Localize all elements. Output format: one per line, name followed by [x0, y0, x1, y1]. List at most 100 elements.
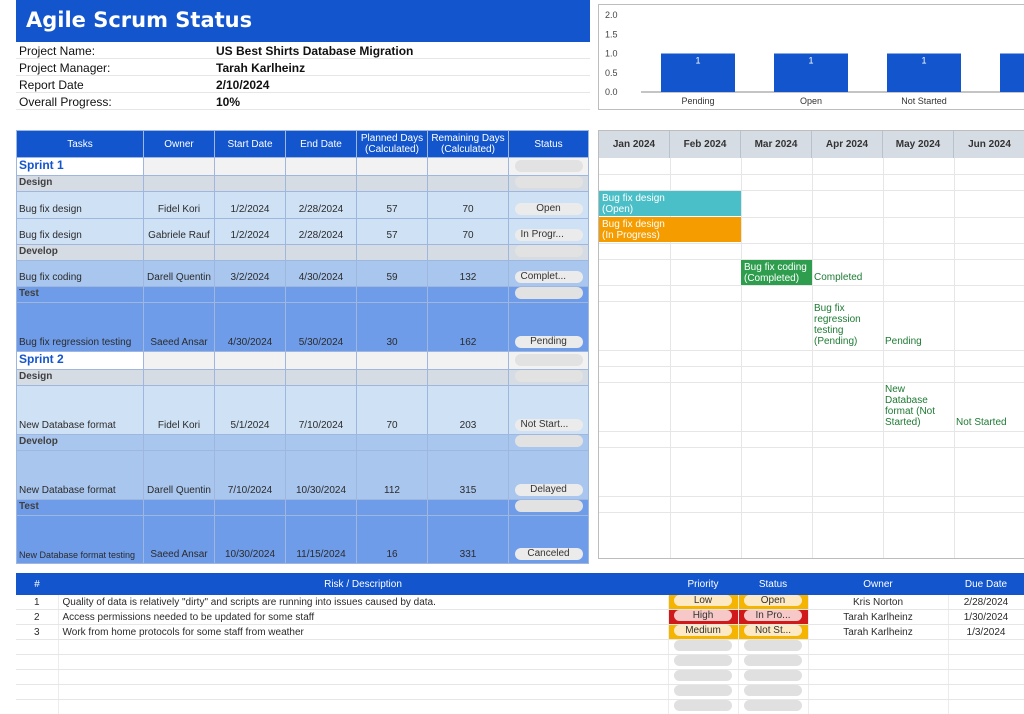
table-cell[interactable] [16, 669, 59, 686]
status-cell[interactable]: Canceled [508, 515, 589, 564]
task-end-date[interactable]: 5/30/2024 [285, 302, 357, 352]
col-header-start[interactable]: Start Date [214, 130, 286, 158]
risk-priority-cell[interactable]: Low [668, 595, 739, 611]
status-chart[interactable]: 0.0 0.5 1.0 1.5 2.0 1 Pending 1 Open 1 Not Started… [598, 4, 1024, 110]
risk-number[interactable]: 3 [16, 624, 59, 641]
risk-status-dropdown[interactable]: Open [744, 595, 802, 607]
risk-col-owner[interactable]: Owner [808, 573, 948, 595]
task-planned-days[interactable]: 70 [356, 385, 428, 435]
table-cell[interactable] [58, 669, 669, 686]
status-cell[interactable] [508, 286, 589, 303]
status-cell[interactable] [508, 244, 589, 261]
table-cell[interactable] [808, 654, 949, 671]
risk-col-due[interactable]: Due Date [948, 573, 1024, 595]
priority-dropdown[interactable] [674, 655, 732, 667]
table-cell[interactable] [285, 286, 357, 303]
table-cell[interactable] [285, 499, 357, 516]
task-remaining-days[interactable]: 331 [427, 515, 509, 564]
risk-owner[interactable]: Tarah Karlheinz [808, 609, 949, 626]
gantt-bar[interactable]: Bug fix coding (Completed) [741, 260, 812, 285]
task-owner[interactable]: Saeed Ansar [143, 515, 215, 564]
table-cell[interactable] [214, 286, 286, 303]
table-cell[interactable] [808, 669, 949, 686]
table-cell[interactable] [356, 434, 428, 451]
task-end-date[interactable]: 4/30/2024 [285, 260, 357, 287]
status-dropdown[interactable] [514, 160, 583, 172]
col-header-tasks[interactable]: Tasks [16, 130, 144, 158]
status-cell[interactable] [508, 499, 589, 516]
status-cell[interactable]: Complet... [508, 260, 589, 287]
sprint-name[interactable]: Sprint 1 [16, 157, 144, 176]
table-cell[interactable] [427, 499, 509, 516]
table-cell[interactable] [356, 244, 428, 261]
status-cell[interactable] [508, 175, 589, 192]
status-dropdown[interactable]: Canceled [514, 548, 583, 560]
table-cell[interactable] [58, 654, 669, 671]
table-cell[interactable] [427, 286, 509, 303]
chart-bar[interactable] [1000, 53, 1024, 93]
task-start-date[interactable]: 1/2/2024 [214, 218, 286, 245]
risk-due-date[interactable]: 2/28/2024 [948, 595, 1024, 611]
task-planned-days[interactable]: 59 [356, 260, 428, 287]
table-cell[interactable] [948, 699, 1024, 714]
priority-dropdown[interactable]: High [674, 610, 732, 622]
table-cell[interactable] [427, 351, 509, 370]
status-cell[interactable]: Not Start... [508, 385, 589, 435]
status-dropdown[interactable]: Pending [514, 336, 583, 348]
task-planned-days[interactable]: 112 [356, 450, 428, 500]
task-end-date[interactable]: 2/28/2024 [285, 191, 357, 219]
priority-dropdown[interactable] [674, 670, 732, 682]
priority-dropdown[interactable]: Medium [674, 625, 732, 637]
risk-status-dropdown[interactable] [744, 700, 802, 712]
table-cell[interactable] [285, 175, 357, 192]
gantt-bar[interactable]: Bug fix design (In Progress) [599, 217, 741, 242]
risk-status-dropdown[interactable] [744, 640, 802, 652]
table-cell[interactable] [214, 175, 286, 192]
task-start-date[interactable]: 5/1/2024 [214, 385, 286, 435]
risk-status-cell[interactable]: In Pro... [738, 609, 809, 626]
table-cell[interactable] [143, 434, 215, 451]
status-cell[interactable]: In Progr... [508, 218, 589, 245]
table-cell[interactable] [143, 499, 215, 516]
table-cell[interactable] [143, 286, 215, 303]
risk-status-dropdown[interactable]: Not St... [744, 625, 802, 637]
table-cell[interactable] [143, 351, 215, 370]
table-cell[interactable] [427, 175, 509, 192]
table-cell[interactable] [58, 684, 669, 701]
status-dropdown[interactable] [514, 370, 583, 382]
table-cell[interactable] [356, 157, 428, 176]
table-cell[interactable] [16, 654, 59, 671]
risk-description[interactable]: Quality of data is relatively "dirty" an… [58, 595, 669, 611]
table-cell[interactable] [143, 175, 215, 192]
task-name[interactable]: New Database format [16, 450, 144, 500]
project-name-value[interactable]: US Best Shirts Database Migration [216, 44, 413, 58]
table-cell[interactable] [143, 157, 215, 176]
table-cell[interactable] [285, 351, 357, 370]
risk-status-dropdown[interactable] [744, 670, 802, 682]
table-cell[interactable] [58, 699, 669, 714]
risk-due-date[interactable]: 1/30/2024 [948, 609, 1024, 626]
risk-priority-cell[interactable]: Medium [668, 624, 739, 641]
task-remaining-days[interactable]: 70 [427, 191, 509, 219]
task-start-date[interactable]: 10/30/2024 [214, 515, 286, 564]
task-owner[interactable]: Saeed Ansar [143, 302, 215, 352]
status-dropdown[interactable]: Open [514, 203, 583, 215]
task-remaining-days[interactable]: 132 [427, 260, 509, 287]
col-header-remaining[interactable]: Remaining Days (Calculated) [427, 130, 509, 158]
task-planned-days[interactable]: 16 [356, 515, 428, 564]
table-cell[interactable] [214, 434, 286, 451]
risk-status-cell[interactable] [738, 684, 809, 701]
risk-status-dropdown[interactable] [744, 655, 802, 667]
status-cell[interactable] [508, 434, 589, 451]
table-cell[interactable] [948, 669, 1024, 686]
table-cell[interactable] [356, 351, 428, 370]
risk-status-cell[interactable]: Not St... [738, 624, 809, 641]
table-cell[interactable] [427, 434, 509, 451]
status-cell[interactable]: Pending [508, 302, 589, 352]
risk-status-cell[interactable] [738, 669, 809, 686]
risk-owner[interactable]: Tarah Karlheinz [808, 624, 949, 641]
phase-name[interactable]: Design [16, 369, 144, 386]
task-owner[interactable]: Darell Quentin [143, 450, 215, 500]
risk-status-cell[interactable] [738, 699, 809, 714]
sprint-name[interactable]: Sprint 2 [16, 351, 144, 370]
